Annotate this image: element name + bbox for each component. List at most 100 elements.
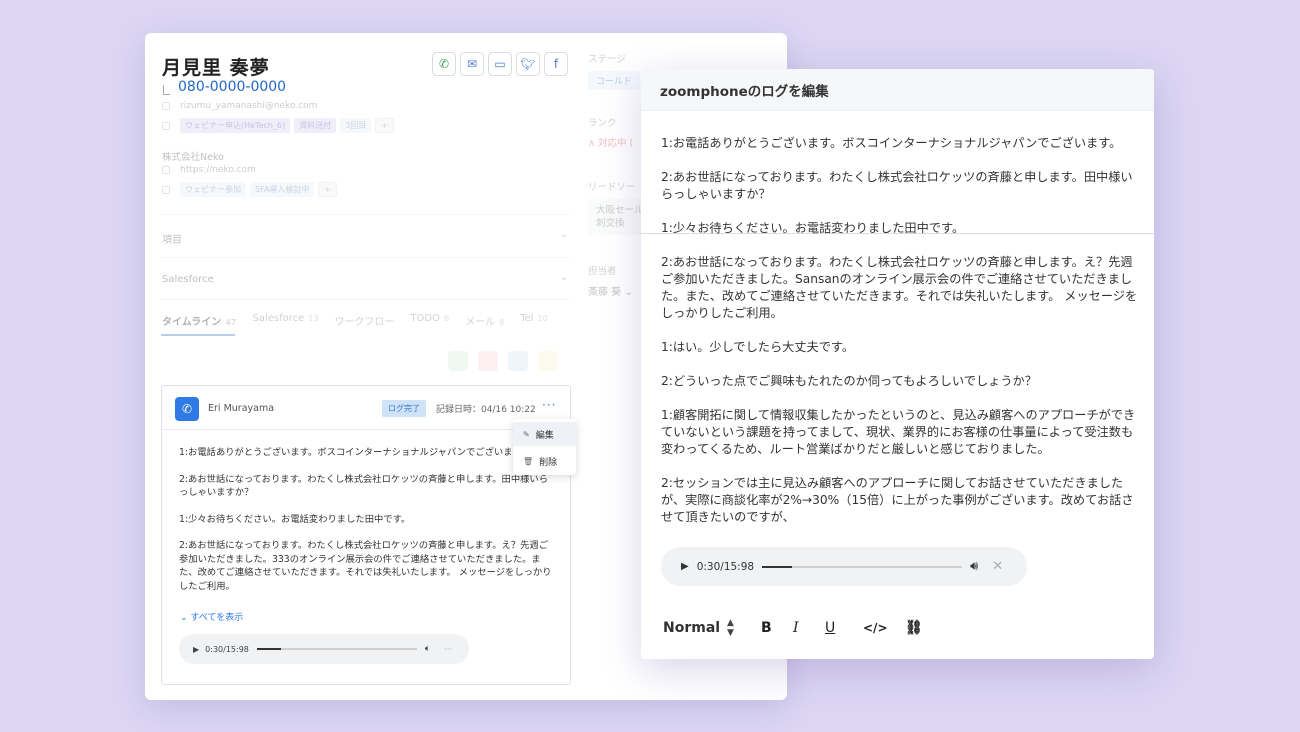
more-options-icon[interactable]: ··· xyxy=(542,398,556,412)
tab-mail[interactable]: メール 8 xyxy=(465,313,504,328)
tab-count: 47 xyxy=(225,318,237,327)
active-tab-indicator xyxy=(161,334,235,336)
transcript-line: 2:あお世話になっております。わたくし株式会社ロケッツの斉藤と申します。田中様い… xyxy=(179,473,549,499)
close-icon[interactable]: ✕ xyxy=(992,559,1003,574)
divider xyxy=(160,257,570,258)
phone-filter-icon[interactable] xyxy=(448,351,468,371)
mail-filter-icon[interactable] xyxy=(478,351,498,371)
company-tag[interactable]: SFA導入検討中 xyxy=(250,182,315,197)
contact-tag-row: ウェビナー申込(HeTech_6) 資料送付 3回目 + xyxy=(162,118,394,133)
tab-salesforce[interactable]: Salesforce 13 xyxy=(252,313,318,328)
chevron-down-icon[interactable]: ⌄ xyxy=(560,229,568,240)
contact-email[interactable]: rizumu_yamanashi@neko.com xyxy=(180,101,317,111)
contact-tag[interactable]: 資料送付 xyxy=(294,118,337,133)
volume-icon[interactable]: 🔈︎ xyxy=(425,644,430,654)
volume-icon[interactable]: 🔊︎ xyxy=(970,559,978,574)
tag-icon xyxy=(162,185,170,194)
audio-progress[interactable] xyxy=(256,648,417,650)
edit-icon: ✎ xyxy=(523,429,530,439)
note-filter-icon[interactable] xyxy=(538,351,558,371)
show-all-label: すべてを表示 xyxy=(190,613,244,623)
chevron-down-icon[interactable]: ⌄ xyxy=(560,272,568,283)
log-author: Eri Murayama xyxy=(208,403,275,414)
contact-tag[interactable]: ウェビナー申込(HeTech_6) xyxy=(180,118,291,133)
tab-count: 6 xyxy=(444,314,450,323)
underline-button[interactable]: U xyxy=(825,620,857,636)
menu-item-label: 削除 xyxy=(539,457,558,468)
phone-icon[interactable]: ✆ xyxy=(432,52,456,76)
lead-source-line: 大阪セール xyxy=(596,205,644,216)
bold-button[interactable]: B xyxy=(761,620,793,636)
play-icon[interactable]: ▶ xyxy=(193,645,199,654)
player-time: 0:30/15:98 xyxy=(696,560,755,573)
contact-actions: ✆ ✉ ▭ 🐦︎ f xyxy=(432,52,568,76)
phone-icon: ✆ xyxy=(175,397,199,421)
editor-toolbar: Normal ▲ ▼ B I U </> ⛓ xyxy=(663,618,937,638)
add-tag-button[interactable]: + xyxy=(375,118,394,133)
company-name: 株式会社Neko xyxy=(162,152,224,163)
audio-player: ▶ 0:30/15:98 🔊︎ ✕ xyxy=(661,547,1027,586)
rank-value[interactable]: ∧ 対応中 ( xyxy=(588,135,633,149)
trash-icon: 🗑︎ xyxy=(523,456,534,466)
mail-icon[interactable]: ✉ xyxy=(460,52,484,76)
menu-item-label: 編集 xyxy=(535,430,554,441)
edit-log-dialog: zoomphoneのログを編集 1:お電話ありがとうございます。ボスコインターナ… xyxy=(641,69,1154,659)
tab-timeline[interactable]: タイムライン 47 xyxy=(162,313,236,328)
chat-filter-icon[interactable] xyxy=(508,351,528,371)
divider xyxy=(160,214,570,215)
menu-item-edit[interactable]: ✎ 編集 xyxy=(513,422,576,446)
company-url[interactable]: https://neko.com xyxy=(180,165,256,175)
company-tag-row: ウェビナー参加 SFA導入検討中 + xyxy=(162,182,338,197)
tab-label: Tel xyxy=(520,313,534,324)
log-timestamp: 記録日時：04/16 10:22 xyxy=(436,405,536,415)
tab-label: Salesforce xyxy=(252,313,305,324)
facebook-icon[interactable]: f xyxy=(544,52,568,76)
contact-phone[interactable]: 080-0000-0000 xyxy=(178,79,286,95)
log-editor-textarea[interactable]: 1:お電話ありがとうございます。ボスコインターナショナルジャパンでございます。 … xyxy=(661,135,1139,543)
tag-icon xyxy=(162,121,170,130)
section-items[interactable]: 項目 xyxy=(162,231,182,246)
tab-tel[interactable]: Tel 10 xyxy=(520,313,548,328)
audio-progress[interactable] xyxy=(762,565,963,568)
contact-name: 月見里 奏夢 xyxy=(162,57,270,79)
call-log-transcript: 1:お電話ありがとうございます。ボスコインターナショナルジャパンでございます。 … xyxy=(179,446,557,606)
chat-icon[interactable]: ▭ xyxy=(488,52,512,76)
show-all-link[interactable]: ⌄ すべてを表示 xyxy=(180,610,243,623)
add-tag-button[interactable]: + xyxy=(318,182,338,197)
play-icon[interactable]: ▶ xyxy=(681,561,689,572)
owner-label: 担当者 xyxy=(588,266,617,277)
divider xyxy=(160,299,570,300)
company-tag[interactable]: ウェビナー参加 xyxy=(180,182,246,197)
tab-label: タイムライン xyxy=(162,317,222,328)
format-select[interactable]: Normal xyxy=(663,620,727,636)
section-salesforce[interactable]: Salesforce xyxy=(162,274,214,285)
tab-workflow[interactable]: ワークフロー xyxy=(334,313,394,328)
tab-count: 13 xyxy=(308,314,319,323)
stage-label: ステージ xyxy=(588,54,626,65)
timeline-tabs: タイムライン 47 Salesforce 13 ワークフロー TODO 6 メール 8 … xyxy=(162,313,548,328)
transcript-line: 1:お電話ありがとうございます。ボスコインターナショナルジャパンでございます。 xyxy=(179,447,531,458)
contact-tag[interactable]: 3回目 xyxy=(340,118,372,133)
tab-label: メール xyxy=(465,317,496,328)
call-log-card: ✆ Eri Murayama ログ完了 記録日時：04/16 10:22 ···… xyxy=(161,385,571,685)
company-url-row: https://neko.com xyxy=(162,165,256,175)
rank-label: ランク xyxy=(588,118,617,129)
editor-paragraph: 2:どういった点でご興味もたれたのか伺ってもよろしいでしょうか？ xyxy=(661,374,1037,388)
owner-value[interactable]: 斎藤 葵 ⌄ xyxy=(588,283,633,298)
menu-item-delete[interactable]: 🗑︎ 削除 xyxy=(513,449,576,473)
twitter-icon[interactable]: 🐦︎ xyxy=(516,52,540,76)
tab-count: 8 xyxy=(499,318,505,327)
lead-source-line: 刺交換 xyxy=(596,218,625,229)
tab-label: ワークフロー xyxy=(334,317,395,328)
code-button[interactable]: </> xyxy=(863,621,895,635)
editor-paragraph: 1:少々お待ちください。お電話変わりました田中です。 xyxy=(661,221,965,235)
tab-todo[interactable]: TODO 6 xyxy=(410,313,449,328)
select-arrows-icon[interactable]: ▲ ▼ xyxy=(727,618,761,638)
more-options-icon[interactable]: ··· xyxy=(444,645,452,654)
dialog-title: zoomphoneのログを編集 xyxy=(641,69,1154,111)
player-time: 0:30/15:98 xyxy=(205,644,249,654)
tab-count: 10 xyxy=(537,314,548,323)
italic-button[interactable]: I xyxy=(793,620,825,636)
stage-value[interactable]: コールド xyxy=(588,71,641,90)
link-icon[interactable]: ⛓ xyxy=(905,620,937,636)
